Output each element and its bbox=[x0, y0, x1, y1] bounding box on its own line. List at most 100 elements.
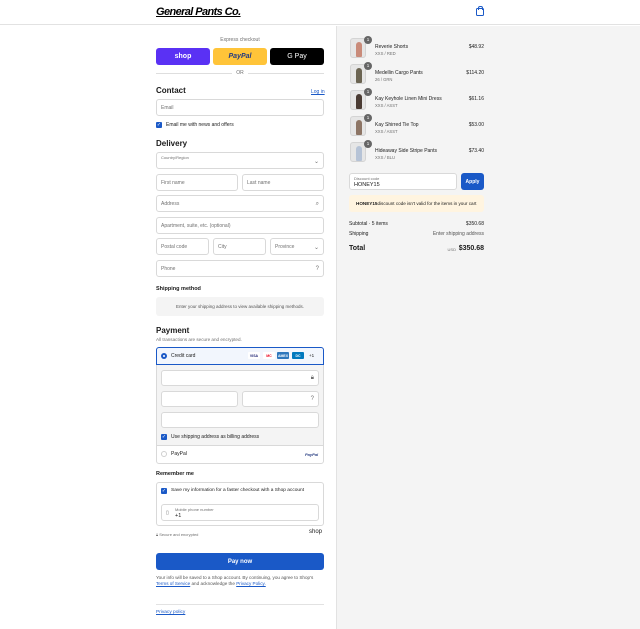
name-on-card-field[interactable] bbox=[161, 412, 319, 428]
product-price: $114.20 bbox=[466, 70, 484, 76]
privacy-policy-inline-link[interactable]: Privacy Policy. bbox=[236, 581, 266, 586]
product-price: $53.00 bbox=[468, 122, 484, 128]
quantity-badge: 1 bbox=[364, 36, 372, 44]
help-icon[interactable]: ? bbox=[311, 396, 314, 402]
shopping-bag-icon[interactable] bbox=[476, 6, 484, 16]
paypal-radio[interactable] bbox=[161, 451, 167, 457]
footer-divider bbox=[156, 604, 324, 605]
quantity-badge: 1 bbox=[364, 114, 372, 122]
apartment-placeholder: Apartment, suite, etc. (optional) bbox=[161, 222, 231, 229]
phone-placeholder: Phone bbox=[161, 265, 176, 272]
postal-code-field[interactable]: Postal code bbox=[156, 238, 209, 255]
province-select[interactable]: Province ⌄ bbox=[270, 238, 324, 255]
product-name: Hideaway Side Stripe Pants bbox=[375, 148, 437, 154]
total-value: $350.68 bbox=[458, 245, 484, 252]
product-price: $48.92 bbox=[468, 44, 484, 50]
terms-of-service-link[interactable]: Terms of Service bbox=[156, 581, 190, 586]
chevron-down-icon: ⌄ bbox=[313, 245, 319, 251]
mobile-phone-field[interactable]: ▯ Mobile phone number +1 bbox=[161, 504, 319, 521]
shipping-method-notice: Enter your shipping address to view avai… bbox=[156, 297, 324, 316]
card-number-field[interactable]: 🔒︎ bbox=[161, 370, 319, 386]
secure-notice: 🔒︎ Secure and encrypted bbox=[156, 532, 199, 537]
divider bbox=[157, 445, 323, 446]
or-separator: OR bbox=[236, 70, 244, 76]
lock-icon: 🔒︎ bbox=[156, 532, 159, 537]
currency-code: USD bbox=[447, 247, 456, 252]
diners-club-icon: DC bbox=[292, 352, 304, 359]
security-code-field[interactable]: ? bbox=[242, 391, 319, 407]
country-select[interactable]: Country/Region ⌄ bbox=[156, 152, 324, 169]
country-label: Country/Region bbox=[161, 155, 189, 160]
province-placeholder: Province bbox=[275, 243, 295, 250]
header: General Pants Co. bbox=[0, 0, 640, 25]
product-variant: XXS / BLU bbox=[375, 155, 396, 160]
contact-heading: Contact bbox=[156, 86, 186, 95]
last-name-field[interactable]: Last name bbox=[242, 174, 324, 191]
search-icon: ⌕ bbox=[315, 201, 319, 207]
lock-icon: 🔒︎ bbox=[310, 375, 314, 381]
product-name: Kay Keyhole Linen Mini Dress bbox=[375, 96, 442, 102]
more-cards-badge: +1 bbox=[309, 353, 315, 358]
discount-error-notice: HONEY15 discount code isn't valid for th… bbox=[349, 195, 484, 212]
payment-subtitle: All transactions are secure and encrypte… bbox=[156, 337, 242, 342]
subtotal-label: Subtotal · 5 items bbox=[349, 221, 388, 227]
payment-heading: Payment bbox=[156, 326, 190, 335]
discount-code-field[interactable]: Discount code HONEY15 bbox=[349, 173, 457, 190]
phone-field[interactable]: Phone ? bbox=[156, 260, 324, 277]
news-checkbox[interactable]: ✓ bbox=[156, 122, 162, 128]
apartment-field[interactable]: Apartment, suite, etc. (optional) bbox=[156, 217, 324, 234]
delivery-heading: Delivery bbox=[156, 139, 188, 148]
shop-pay-button[interactable]: shop bbox=[156, 48, 210, 65]
quantity-badge: 1 bbox=[364, 88, 372, 96]
product-variant: 26 / GRN bbox=[375, 77, 393, 82]
save-info-label: Save my information for a faster checkou… bbox=[171, 488, 305, 493]
email-field[interactable]: Email bbox=[156, 99, 324, 116]
credit-card-label: Credit card bbox=[171, 353, 196, 359]
product-variant: XXS / RED bbox=[375, 51, 396, 56]
quantity-badge: 1 bbox=[364, 62, 372, 70]
shop-terms-notice: Your info will be saved to a Shop accoun… bbox=[156, 575, 314, 587]
city-field[interactable]: City bbox=[213, 238, 266, 255]
product-name: Medellin Cargo Pants bbox=[375, 70, 423, 76]
credit-card-radio[interactable] bbox=[161, 353, 167, 359]
quantity-badge: 1 bbox=[364, 140, 372, 148]
billing-address-label: Use shipping address as billing address bbox=[171, 434, 260, 440]
mastercard-icon: MC bbox=[263, 352, 275, 359]
city-placeholder: City bbox=[218, 243, 227, 250]
help-icon[interactable]: ? bbox=[316, 266, 319, 272]
address-field[interactable]: Address ⌕ bbox=[156, 195, 324, 212]
express-checkout-label: Express checkout bbox=[220, 37, 260, 43]
last-name-placeholder: Last name bbox=[247, 179, 271, 186]
login-link[interactable]: Log in bbox=[311, 89, 325, 95]
expiry-field[interactable] bbox=[161, 391, 238, 407]
paypal-button[interactable]: PayPal bbox=[213, 48, 267, 65]
apply-discount-button[interactable]: Apply bbox=[461, 173, 484, 190]
shipping-method-heading: Shipping method bbox=[156, 286, 201, 292]
subtotal-value: $350.68 bbox=[465, 221, 484, 227]
paypal-option-label[interactable]: PayPal bbox=[171, 451, 187, 457]
total-row: Total $350.68 USD bbox=[349, 245, 484, 252]
order-summary-panel bbox=[336, 26, 640, 629]
product-variant: XXS / ASST bbox=[375, 103, 398, 108]
phone-icon: ▯ bbox=[166, 510, 169, 516]
first-name-placeholder: First name bbox=[161, 179, 185, 186]
privacy-policy-link[interactable]: Privacy policy bbox=[156, 610, 185, 615]
amex-icon: AMEX bbox=[277, 352, 289, 359]
subtotal-row: Subtotal · 5 items $350.68 bbox=[349, 221, 484, 227]
pay-now-button[interactable]: Pay now bbox=[156, 553, 324, 570]
shipping-value: Enter shipping address bbox=[432, 231, 484, 237]
store-logo[interactable]: General Pants Co. bbox=[156, 6, 241, 18]
shop-logo: shop bbox=[309, 529, 323, 535]
mobile-phone-value: +1 bbox=[175, 513, 182, 519]
product-variant: XXS / ASST bbox=[375, 129, 398, 134]
address-placeholder: Address bbox=[161, 200, 180, 207]
remember-me-heading: Remember me bbox=[156, 471, 194, 477]
first-name-field[interactable]: First name bbox=[156, 174, 238, 191]
save-info-checkbox[interactable]: ✓ bbox=[161, 488, 167, 494]
billing-address-checkbox[interactable]: ✓ bbox=[161, 434, 167, 440]
shipping-label: Shipping bbox=[349, 231, 369, 237]
postal-code-placeholder: Postal code bbox=[161, 243, 188, 250]
mobile-phone-label: Mobile phone number bbox=[175, 507, 214, 512]
google-pay-button[interactable]: G Pay bbox=[270, 48, 324, 65]
visa-icon: VISA bbox=[248, 352, 260, 359]
